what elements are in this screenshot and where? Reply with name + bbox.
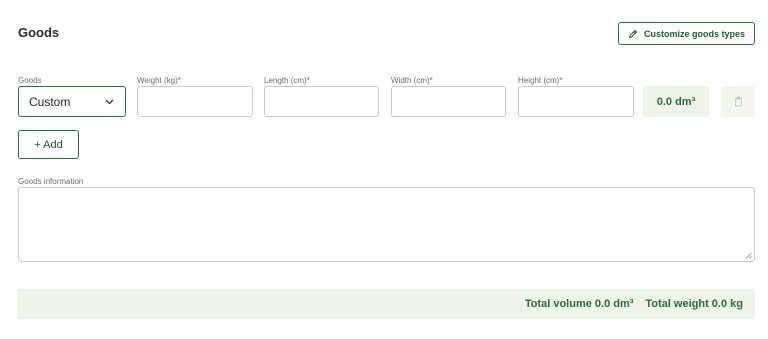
length-input[interactable] [264,86,379,117]
length-label: Length (cm)* [264,76,310,85]
trash-icon [734,96,742,107]
customize-goods-types-label: Customize goods types [643,28,745,39]
totals-bar: Total volume 0.0 dm³ Total weight 0.0 kg [18,289,755,319]
goods-type-value: Custom [29,94,71,109]
weight-input[interactable] [137,86,253,117]
total-volume: Total volume 0.0 dm³ [524,298,634,310]
delete-row-button[interactable] [721,86,755,117]
total-weight: Total weight 0.0 kg [645,298,743,310]
height-input[interactable] [518,86,634,117]
goods-information-label: Goods information [18,177,84,186]
goods-information-textarea[interactable] [18,187,755,262]
goods-type-label: Goods [18,76,42,85]
add-goods-button[interactable]: + Add [18,130,79,159]
goods-type-select[interactable]: Custom [18,86,126,117]
customize-goods-types-button[interactable]: Customize goods types [618,22,755,45]
height-label: Height (cm)* [518,76,563,85]
row-volume-badge: 0.0 dm³ [643,86,709,117]
weight-label: Weight (kg)* [137,76,181,85]
pencil-icon [628,29,638,38]
section-title: Goods [18,25,60,40]
width-input[interactable] [391,86,506,117]
chevron-down-icon [105,99,114,105]
resize-handle-icon[interactable] [745,252,752,259]
width-label: Width (cm)* [391,76,433,85]
